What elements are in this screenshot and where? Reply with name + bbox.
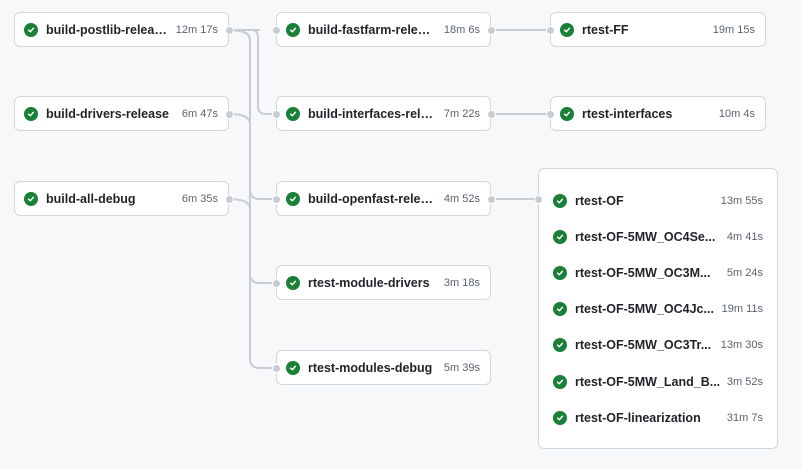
- connector-dot: [272, 195, 281, 204]
- connector-dot: [546, 110, 555, 119]
- job-duration: 31m 7s: [726, 412, 763, 424]
- job-name: rtest-OF-5MW_OC4Jc...: [575, 302, 714, 316]
- check-circle-icon: [553, 338, 567, 352]
- connector-dot: [272, 26, 281, 35]
- connector-dot: [272, 110, 281, 119]
- job-duration: 13m 30s: [720, 339, 763, 351]
- link-postlib-moddrivers: [228, 29, 280, 284]
- link-drivers: [228, 113, 251, 190]
- check-circle-icon: [286, 106, 300, 121]
- job-rtest-ff[interactable]: rtest-FF 19m 15s: [550, 12, 766, 47]
- job-name: rtest-FF: [582, 22, 629, 37]
- job-name: rtest-OF-5MW_Land_B...: [575, 375, 721, 389]
- matrix-job-rtest-of-oc3tr[interactable]: rtest-OF-5MW_OC3Tr... 13m 30s: [553, 333, 763, 357]
- link-alldebug: [228, 198, 251, 359]
- job-duration: 4m 41s: [726, 231, 763, 243]
- job-build-drivers-release[interactable]: build-drivers-release 6m 47s: [14, 96, 229, 131]
- job-rtest-interfaces[interactable]: rtest-interfaces 10m 4s: [550, 96, 766, 131]
- job-name: rtest-OF-5MW_OC3Tr...: [575, 338, 712, 352]
- job-duration: 19m 11s: [721, 303, 763, 315]
- connector-dot: [534, 195, 543, 204]
- connector-dot: [225, 26, 234, 35]
- matrix-job-rtest-of-oc4se[interactable]: rtest-OF-5MW_OC4Se... 4m 41s: [553, 225, 763, 249]
- check-circle-icon: [560, 106, 574, 121]
- check-circle-icon: [553, 266, 567, 280]
- job-name: build-drivers-release: [46, 106, 169, 121]
- job-duration: 13m 55s: [720, 195, 763, 207]
- job-duration: 5m 39s: [443, 361, 480, 374]
- check-circle-icon: [553, 194, 567, 208]
- job-duration: 18m 6s: [443, 23, 480, 36]
- job-duration: 5m 24s: [726, 267, 763, 279]
- connector-dot: [487, 195, 496, 204]
- job-name: build-interfaces-release: [308, 106, 436, 121]
- workflow-graph: build-postlib-release 12m 17s build-driv…: [0, 0, 802, 469]
- job-name: rtest-OF: [575, 194, 624, 208]
- job-duration: 3m 52s: [726, 376, 763, 388]
- job-name: build-fastfarm-release: [308, 22, 436, 37]
- job-rtest-modules-debug[interactable]: rtest-modules-debug 5m 39s: [276, 350, 491, 385]
- check-circle-icon: [24, 106, 38, 121]
- job-build-fastfarm-release[interactable]: build-fastfarm-release 18m 6s: [276, 12, 491, 47]
- job-name: rtest-modules-debug: [308, 360, 433, 375]
- job-duration: 6m 47s: [181, 107, 218, 120]
- job-rtest-module-drivers[interactable]: rtest-module-drivers 3m 18s: [276, 265, 491, 300]
- connector-dot: [272, 279, 281, 288]
- matrix-job-rtest-of[interactable]: rtest-OF 13m 55s: [553, 189, 763, 213]
- job-duration: 6m 35s: [181, 192, 218, 205]
- check-circle-icon: [553, 411, 567, 425]
- job-name: build-all-debug: [46, 191, 136, 206]
- check-circle-icon: [286, 360, 300, 375]
- connector-dot: [546, 26, 555, 35]
- connector-dot: [487, 110, 496, 119]
- job-build-openfast-release[interactable]: build-openfast-release 4m 52s: [276, 181, 491, 216]
- check-circle-icon: [553, 302, 567, 316]
- check-circle-icon: [286, 191, 300, 206]
- check-circle-icon: [24, 22, 38, 37]
- job-duration: 4m 52s: [443, 192, 480, 205]
- connector-dot: [225, 110, 234, 119]
- job-name: rtest-OF-5MW_OC3M...: [575, 266, 711, 280]
- check-circle-icon: [286, 22, 300, 37]
- job-name: rtest-interfaces: [582, 106, 673, 121]
- matrix-job-rtest-of-land-b[interactable]: rtest-OF-5MW_Land_B... 3m 52s: [553, 370, 763, 394]
- job-name: build-postlib-release: [46, 22, 168, 37]
- job-duration: 7m 22s: [443, 107, 480, 120]
- job-build-all-debug[interactable]: build-all-debug 6m 35s: [14, 181, 229, 216]
- check-circle-icon: [560, 22, 574, 37]
- job-name: rtest-OF-5MW_OC4Se...: [575, 230, 716, 244]
- check-circle-icon: [553, 375, 567, 389]
- check-circle-icon: [553, 230, 567, 244]
- job-build-postlib-release[interactable]: build-postlib-release 12m 17s: [14, 12, 229, 47]
- matrix-job-rtest-of-oc3m[interactable]: rtest-OF-5MW_OC3M... 5m 24s: [553, 261, 763, 285]
- connector-dot: [272, 364, 281, 373]
- job-duration: 12m 17s: [175, 23, 218, 36]
- check-circle-icon: [24, 191, 38, 206]
- connector-dot: [225, 195, 234, 204]
- job-duration: 19m 15s: [712, 23, 755, 36]
- job-duration: 3m 18s: [443, 276, 480, 289]
- job-name: build-openfast-release: [308, 191, 436, 206]
- job-duration: 10m 4s: [718, 107, 755, 120]
- check-circle-icon: [286, 275, 300, 290]
- job-name: rtest-module-drivers: [308, 275, 430, 290]
- job-build-interfaces-release[interactable]: build-interfaces-release 7m 22s: [276, 96, 491, 131]
- matrix-job-rtest-of-oc4jc[interactable]: rtest-OF-5MW_OC4Jc... 19m 11s: [553, 297, 763, 321]
- matrix-job-rtest-of-linearization[interactable]: rtest-OF-linearization 31m 7s: [553, 406, 763, 430]
- matrix-job-group: rtest-OF 13m 55s rtest-OF-5MW_OC4Se... 4…: [538, 168, 778, 449]
- connector-dot: [487, 26, 496, 35]
- job-name: rtest-OF-linearization: [575, 411, 701, 425]
